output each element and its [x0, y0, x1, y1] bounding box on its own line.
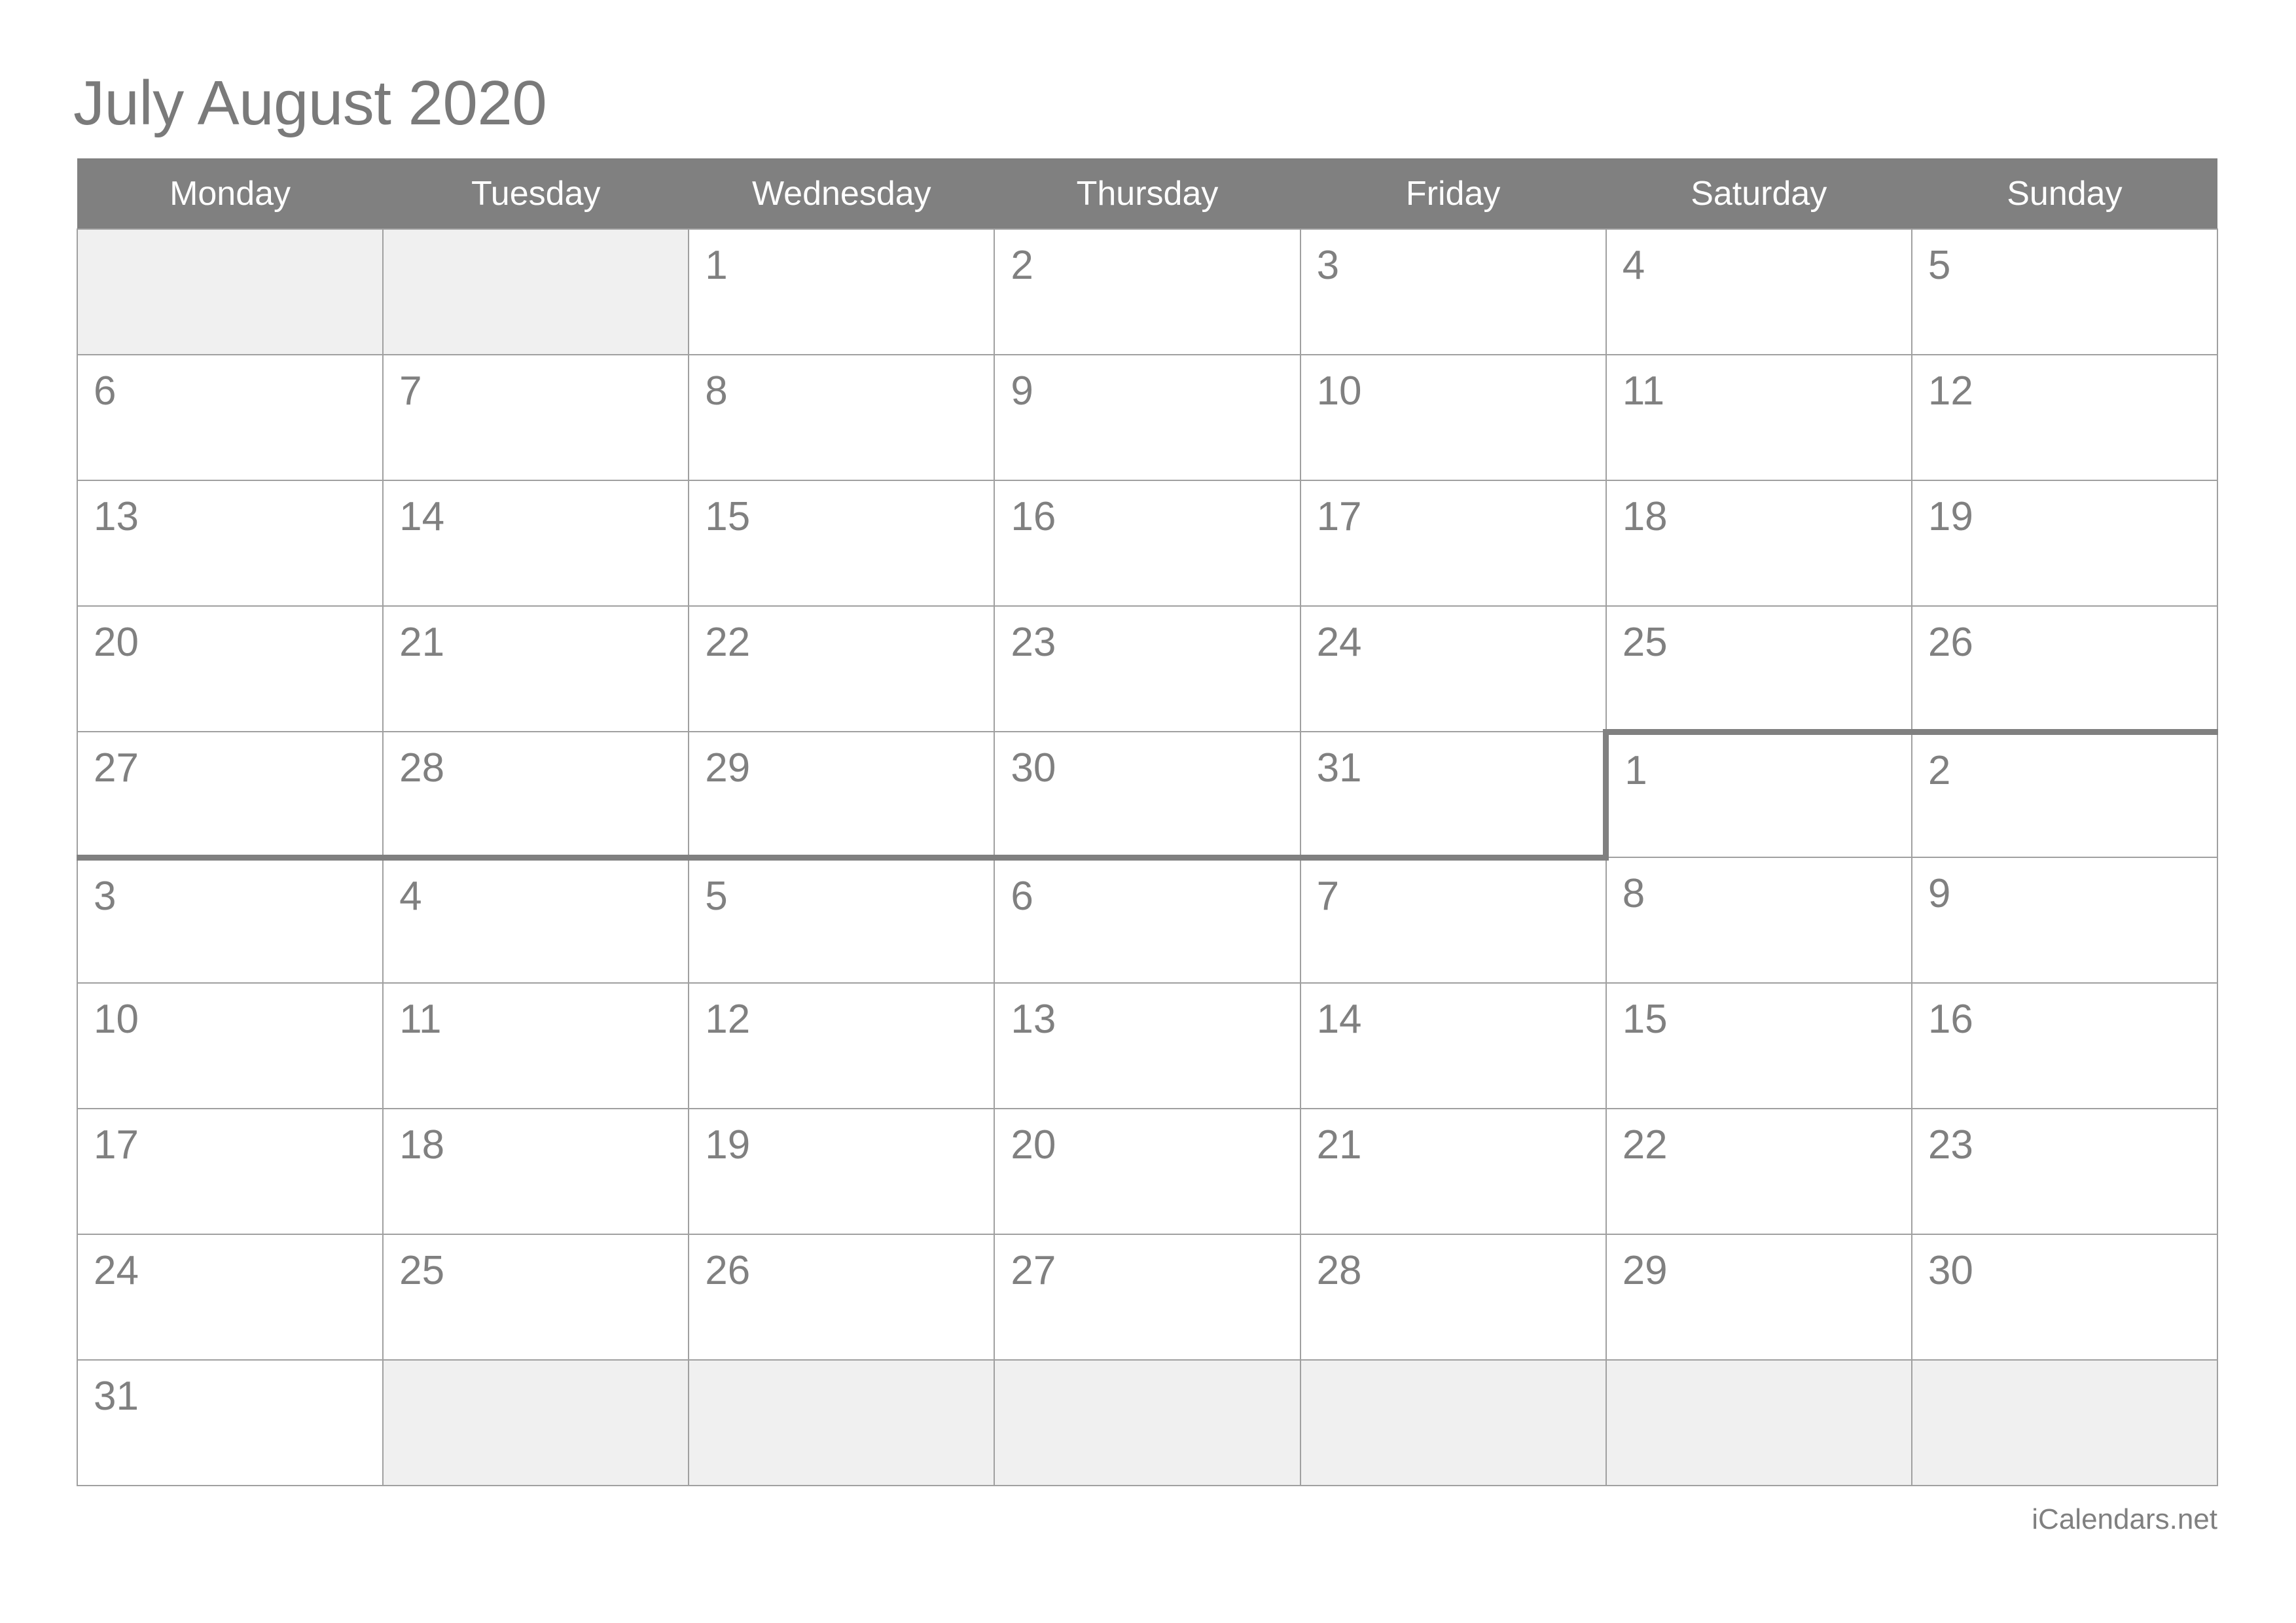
calendar-day-cell[interactable]: 4: [1605, 228, 1912, 355]
calendar-day-cell[interactable]: 5: [1910, 228, 2219, 355]
calendar-day-cell[interactable]: 30: [994, 731, 1301, 861]
calendar-week-row: 17 18 19 20 21 22 23: [76, 1108, 2219, 1235]
calendar-day-cell[interactable]: 31: [76, 1359, 384, 1486]
calendar-day-cell[interactable]: 27: [76, 731, 384, 861]
calendar-day-cell[interactable]: 2: [1910, 728, 2219, 858]
calendar-week-row: 27 28 29 30 31 1 2: [76, 728, 2219, 861]
calendar-week-row: 31: [76, 1359, 2219, 1486]
calendar-day-cell[interactable]: 18: [382, 1108, 690, 1235]
calendar-day-cell[interactable]: 2: [994, 228, 1301, 355]
calendar-day-cell[interactable]: 15: [1605, 982, 1912, 1109]
calendar-day-cell[interactable]: 14: [1299, 982, 1607, 1109]
weekday-header-wednesday: Wednesday: [689, 158, 995, 229]
calendar-grid: Monday Tuesday Wednesday Thursday Friday Satu…: [76, 158, 2219, 1486]
calendar-day-cell[interactable]: 5: [688, 857, 996, 984]
calendar-header-row: Monday Tuesday Wednesday Thursday Friday Satu…: [77, 158, 2217, 229]
calendar-day-cell[interactable]: 3: [1299, 228, 1607, 355]
calendar-week-row: 3456789: [76, 857, 2219, 984]
calendar-day-cell[interactable]: 13: [76, 480, 384, 607]
calendar-week-row: 6 7 8 9 10 11 12: [76, 354, 2219, 481]
calendar-day-cell[interactable]: 26: [688, 1234, 996, 1361]
calendar-day-cell[interactable]: 19: [688, 1108, 996, 1235]
calendar-cell-empty: [994, 1359, 1301, 1486]
calendar-day-cell[interactable]: 18: [1605, 480, 1912, 607]
calendar-cell-empty: [382, 1359, 690, 1486]
calendar-day-cell[interactable]: 23: [1910, 1108, 2219, 1235]
calendar-day-cell[interactable]: 28: [382, 731, 690, 861]
calendar-day-cell[interactable]: 20: [76, 605, 384, 732]
weekday-header-tuesday: Tuesday: [383, 158, 689, 229]
calendar-day-cell[interactable]: 21: [1299, 1108, 1607, 1235]
calendar-day-cell[interactable]: 25: [382, 1234, 690, 1361]
calendar-week-row: 10 11 12 13 14 15 16: [76, 982, 2219, 1109]
calendar-day-cell[interactable]: 22: [1605, 1108, 1912, 1235]
calendar-day-cell[interactable]: 11: [382, 982, 690, 1109]
calendar-day-cell[interactable]: 4: [382, 857, 690, 984]
calendar-body: 1 2 3 4 5 6 7 8 9 10 11 12 13 14 15 16 17 18 19 20 21 22 23 24 2…: [76, 228, 2219, 1486]
calendar-cell-empty: [1910, 1359, 2219, 1486]
calendar-day-cell[interactable]: 27: [994, 1234, 1301, 1361]
calendar-day-cell[interactable]: 16: [994, 480, 1301, 607]
calendar-day-cell[interactable]: 1: [688, 228, 996, 355]
calendar-day-cell[interactable]: 8: [1605, 857, 1912, 984]
calendar-cell-empty: [1299, 1359, 1607, 1486]
calendar-week-row: 13 14 15 16 17 18 19: [76, 480, 2219, 607]
calendar-day-cell[interactable]: 6: [76, 354, 384, 481]
site-credit: iCalendars.net: [2032, 1503, 2217, 1535]
calendar-cell-empty: [688, 1359, 996, 1486]
calendar-day-cell[interactable]: 24: [76, 1234, 384, 1361]
calendar-day-cell[interactable]: 7: [1299, 857, 1607, 984]
calendar-day-cell[interactable]: 16: [1910, 982, 2219, 1109]
calendar-day-cell[interactable]: 26: [1910, 605, 2219, 735]
calendar-day-cell[interactable]: 17: [76, 1108, 384, 1235]
page-title: July August 2020: [73, 68, 547, 138]
calendar-day-cell[interactable]: 21: [382, 605, 690, 732]
calendar-day-cell[interactable]: 3: [76, 857, 384, 984]
calendar-day-cell[interactable]: 1: [1603, 728, 1912, 858]
weekday-header-friday: Friday: [1300, 158, 1606, 229]
calendar-day-cell[interactable]: 9: [1910, 857, 2219, 984]
calendar-cell-empty: [1605, 1359, 1912, 1486]
calendar-day-cell[interactable]: 30: [1910, 1234, 2219, 1361]
weekday-header-sunday: Sunday: [1911, 158, 2217, 229]
calendar-day-cell[interactable]: 29: [1605, 1234, 1912, 1361]
calendar-day-cell[interactable]: 22: [688, 605, 996, 732]
calendar-day-cell[interactable]: 24: [1299, 605, 1607, 732]
calendar-day-cell[interactable]: 13: [994, 982, 1301, 1109]
calendar-day-cell[interactable]: 31: [1299, 731, 1607, 861]
calendar-day-cell[interactable]: 11: [1605, 354, 1912, 481]
calendar-day-cell[interactable]: 25: [1605, 605, 1912, 735]
calendar-day-cell[interactable]: 10: [76, 982, 384, 1109]
calendar-day-cell[interactable]: 6: [994, 857, 1301, 984]
calendar-day-cell[interactable]: 29: [688, 731, 996, 861]
calendar-day-cell[interactable]: 12: [1910, 354, 2219, 481]
calendar-day-cell[interactable]: 23: [994, 605, 1301, 732]
weekday-header-saturday: Saturday: [1605, 158, 1912, 229]
calendar-day-cell[interactable]: 20: [994, 1108, 1301, 1235]
calendar-week-row: 24 25 26 27 28 29 30: [76, 1234, 2219, 1361]
calendar-page: July August 2020 Monday Tuesday Wednesday T…: [0, 0, 2296, 1623]
calendar-cell-empty: [382, 228, 690, 355]
calendar-day-cell[interactable]: 17: [1299, 480, 1607, 607]
weekday-header-row: Monday Tuesday Wednesday Thursday Friday Satu…: [77, 158, 2217, 229]
calendar-day-cell[interactable]: 28: [1299, 1234, 1607, 1361]
calendar-week-row: 20 21 22 23 24 25 26: [76, 605, 2219, 735]
weekday-header-thursday: Thursday: [994, 158, 1300, 229]
calendar-day-cell[interactable]: 14: [382, 480, 690, 607]
calendar-day-cell[interactable]: 8: [688, 354, 996, 481]
calendar-day-cell[interactable]: 7: [382, 354, 690, 481]
weekday-header-monday: Monday: [77, 158, 384, 229]
calendar-day-cell[interactable]: 12: [688, 982, 996, 1109]
calendar-day-cell[interactable]: 10: [1299, 354, 1607, 481]
calendar-day-cell[interactable]: 15: [688, 480, 996, 607]
calendar-day-cell[interactable]: 9: [994, 354, 1301, 481]
calendar-week-row: 12345: [76, 228, 2219, 355]
calendar-cell-empty: [76, 228, 384, 355]
calendar-day-cell[interactable]: 19: [1910, 480, 2219, 607]
